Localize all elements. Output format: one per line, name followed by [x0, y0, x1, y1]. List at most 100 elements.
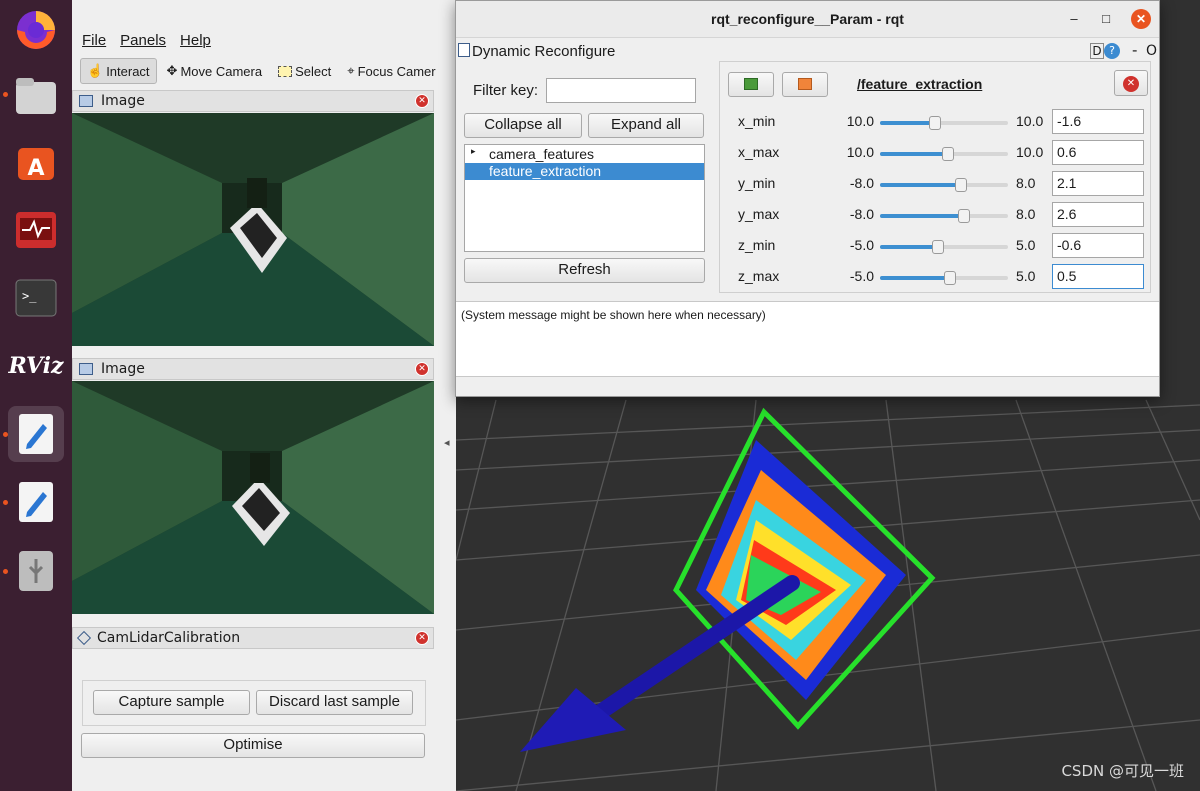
slider-handle[interactable] [929, 116, 942, 130]
svg-text:>_: >_ [22, 289, 37, 303]
usb-drive-icon[interactable] [8, 543, 64, 599]
param-max: 8.0 [1016, 206, 1036, 222]
param-value-input[interactable]: -0.6 [1052, 233, 1144, 258]
filter-key-input[interactable] [546, 78, 696, 103]
param-min: -5.0 [849, 237, 874, 253]
save-button[interactable] [782, 72, 828, 97]
node-tree: ▸ camera_features feature_extraction [464, 144, 705, 252]
param-min: -8.0 [849, 206, 874, 222]
firefox-icon[interactable] [8, 2, 64, 58]
slider-handle[interactable] [954, 178, 967, 192]
diamond-icon [76, 630, 92, 646]
param-value-input[interactable]: -1.6 [1052, 109, 1144, 134]
param-value-input[interactable]: 2.6 [1052, 202, 1144, 227]
close-icon[interactable]: ✕ [415, 94, 429, 108]
tool-move-camera[interactable]: ✥ Move Camera [161, 59, 269, 83]
ubuntu-dock: A >_ RViz [0, 0, 72, 791]
parameter-rows: x_min 10.0 10.0 -1.6 x_max 10.0 10.0 0.6… [720, 109, 1152, 295]
param-name: z_min [738, 237, 776, 253]
expand-all-button[interactable]: Expand all [588, 113, 704, 138]
system-monitor-icon[interactable] [8, 202, 64, 258]
collapse-all-button[interactable]: Collapse all [464, 113, 582, 138]
menu-panels[interactable]: Panels [120, 32, 166, 49]
param-value-input[interactable]: 0.5 [1052, 264, 1144, 289]
terminal-icon[interactable]: >_ [8, 270, 64, 326]
capture-sample-button[interactable]: Capture sample [93, 690, 250, 715]
rqt-titlebar: rqt_reconfigure__Param - rqt – □ ✕ [456, 1, 1159, 38]
minimize-icon[interactable]: – [1065, 10, 1083, 28]
tool-focus-camera[interactable]: ⌖ Focus Camer [341, 59, 441, 83]
image-icon [79, 363, 93, 375]
param-name: x_max [738, 144, 780, 160]
param-value-input[interactable]: 0.6 [1052, 140, 1144, 165]
slider-handle[interactable] [941, 147, 954, 161]
calibration-panel-header: CamLidarCalibration ✕ [72, 627, 434, 649]
param-name: z_max [738, 268, 780, 284]
tool-bar: ☝ Interact ✥ Move Camera Select ⌖ Focus … [72, 54, 456, 88]
close-icon[interactable]: ✕ [415, 362, 429, 376]
maximize-icon[interactable]: □ [1097, 10, 1115, 28]
param-slider[interactable] [880, 116, 1008, 130]
param-row-z-max: z_max -5.0 5.0 0.5 [720, 264, 1150, 290]
image-panel-header: Image ✕ [72, 90, 434, 112]
param-slider[interactable] [880, 178, 1008, 192]
param-slider[interactable] [880, 209, 1008, 223]
tool-interact[interactable]: ☝ Interact [80, 58, 157, 84]
param-row-y-max: y_max -8.0 8.0 2.6 [720, 202, 1150, 228]
param-slider[interactable] [880, 271, 1008, 285]
svg-text:A: A [27, 156, 44, 181]
close-plugin-button[interactable]: O [1146, 43, 1157, 59]
camera-image [72, 381, 434, 614]
load-button[interactable] [728, 72, 774, 97]
app-center-icon[interactable]: A [8, 134, 64, 190]
rviz-icon[interactable]: RViz [8, 338, 64, 394]
optimise-button[interactable]: Optimise [81, 733, 425, 758]
move-camera-icon: ✥ [166, 63, 178, 78]
param-value-input[interactable]: 2.1 [1052, 171, 1144, 196]
refresh-button[interactable]: Refresh [464, 258, 705, 283]
tree-item-camera-features[interactable]: ▸ camera_features [465, 146, 704, 163]
parameter-editor: /feature_extraction ✕ x_min 10.0 10.0 -1… [719, 61, 1151, 293]
param-max: 10.0 [1016, 144, 1044, 160]
hand-icon: ☝ [87, 63, 104, 78]
help-icon[interactable]: ? [1104, 43, 1120, 59]
param-row-x-min: x_min 10.0 10.0 -1.6 [720, 109, 1150, 135]
param-row-z-min: z_min -5.0 5.0 -0.6 [720, 233, 1150, 259]
param-slider[interactable] [880, 240, 1008, 254]
node-title: /feature_extraction [857, 76, 983, 92]
menu-bar: File Panels Help [72, 28, 472, 52]
discard-sample-button[interactable]: Discard last sample [256, 690, 413, 715]
param-name: y_max [738, 206, 780, 222]
select-icon [278, 65, 293, 77]
param-slider[interactable] [880, 147, 1008, 161]
close-node-button[interactable]: ✕ [1114, 70, 1148, 96]
slider-handle[interactable] [944, 271, 957, 285]
slider-handle[interactable] [958, 209, 971, 223]
collapse-splitter-icon[interactable]: ◂ [444, 436, 450, 449]
focus-camera-icon: ⌖ [347, 63, 355, 78]
param-max: 5.0 [1016, 237, 1036, 253]
menu-help[interactable]: Help [180, 32, 211, 49]
minimize-plugin-button[interactable]: - [1132, 41, 1137, 59]
plugin-header: Dynamic Reconfigure D ? - O [456, 39, 1159, 63]
param-max: 5.0 [1016, 268, 1036, 284]
tool-select[interactable]: Select [272, 60, 337, 83]
text-editor-2-icon[interactable] [8, 474, 64, 530]
param-max: 8.0 [1016, 175, 1036, 191]
coordinate-axis-arrow [520, 575, 800, 752]
files-icon[interactable] [8, 68, 64, 124]
param-name: x_min [738, 113, 776, 129]
folder-icon [798, 78, 812, 90]
edit-icon [458, 43, 470, 57]
expand-arrow-icon[interactable]: ▸ [471, 146, 476, 157]
rqt-window: rqt_reconfigure__Param - rqt – □ ✕ Dynam… [455, 0, 1160, 397]
close-icon[interactable]: ✕ [415, 631, 429, 645]
menu-file[interactable]: File [82, 32, 106, 49]
system-message-box: (System message might be shown here when… [456, 301, 1159, 377]
image-icon [79, 95, 93, 107]
dock-toggle-button[interactable]: D [1090, 43, 1104, 59]
window-close-icon[interactable]: ✕ [1131, 9, 1151, 29]
text-editor-icon[interactable] [8, 406, 64, 462]
tree-item-feature-extraction[interactable]: feature_extraction [465, 163, 704, 180]
slider-handle[interactable] [931, 240, 944, 254]
